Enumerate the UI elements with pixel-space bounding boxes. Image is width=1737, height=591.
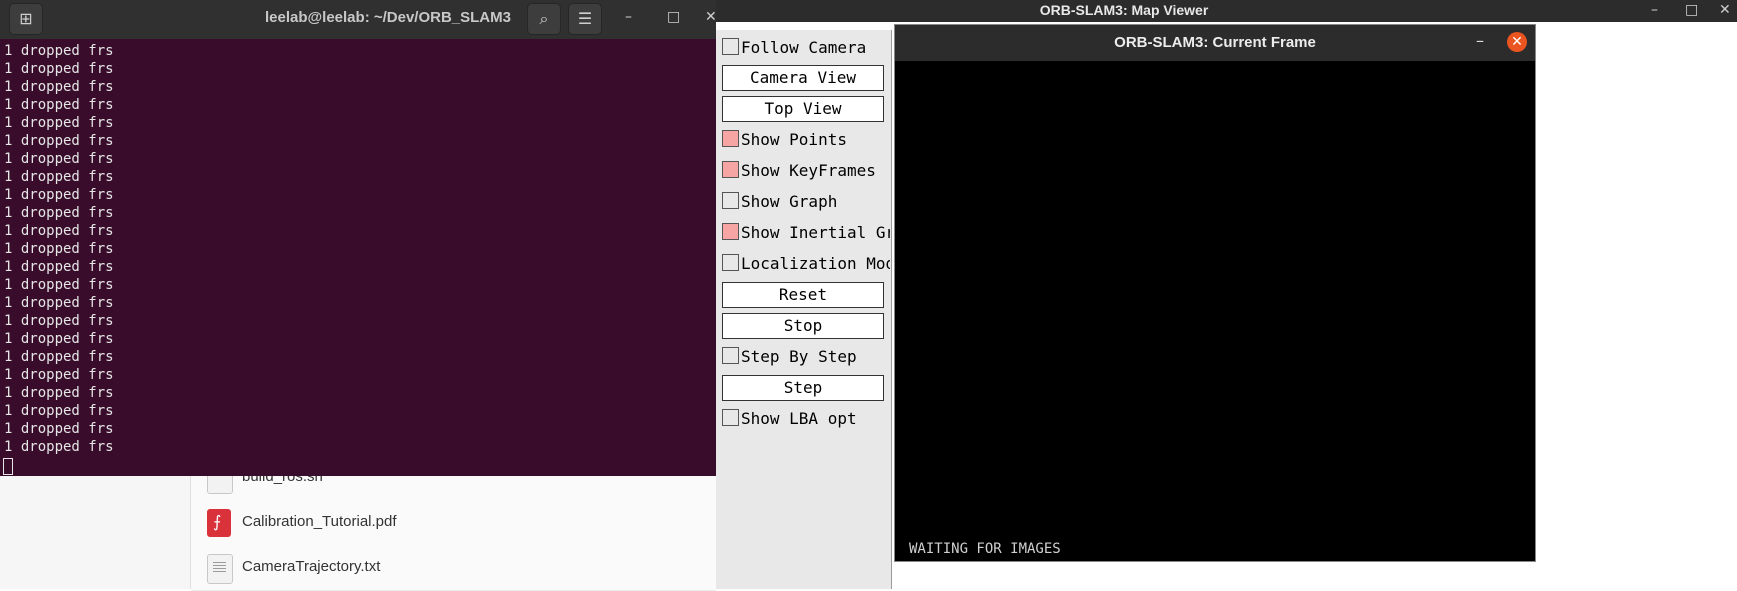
terminal-line: 1 dropped frs — [4, 313, 114, 329]
terminal-line: 1 dropped frs — [4, 61, 114, 77]
close-icon[interactable]: ✕ — [1719, 2, 1731, 18]
checkbox-label: Show LBA opt — [741, 409, 857, 428]
localization-mode-checkbox[interactable]: Localization Mode — [722, 251, 890, 277]
hamburger-menu-icon: ☰ — [577, 9, 593, 28]
frame-status-text: WAITING FOR IMAGES — [909, 541, 1061, 557]
terminal-line: 1 dropped frs — [4, 133, 114, 149]
minimize-icon[interactable]: – — [1476, 31, 1484, 50]
terminal-line: 1 dropped frs — [4, 151, 114, 167]
search-icon: ⌕ — [539, 9, 549, 28]
checkbox-label: Follow Camera — [741, 38, 867, 57]
checkbox-box — [722, 130, 739, 147]
maximize-icon[interactable]: □ — [1685, 2, 1698, 18]
terminal-line: 1 dropped frs — [4, 331, 114, 347]
file-row-calibration-pdf[interactable]: Calibration_Tutorial.pdf — [191, 500, 716, 546]
minimize-icon[interactable]: – — [625, 9, 632, 25]
terminal-line: 1 dropped frs — [4, 79, 114, 95]
file-manager-window: build_ros.sh Calibration_Tutorial.pdf Ca… — [0, 455, 716, 591]
terminal-line: 1 dropped frs — [4, 187, 114, 203]
step-by-step-checkbox[interactable]: Step By Step — [722, 344, 890, 370]
text-file-icon — [207, 554, 233, 584]
search-button[interactable]: ⌕ — [527, 3, 561, 35]
map-viewer-titlebar: ORB-SLAM3: Map Viewer – □ ✕ — [716, 0, 1737, 22]
checkbox-label: Show Graph — [741, 192, 838, 211]
current-frame-titlebar: ORB-SLAM3: Current Frame – ✕ — [895, 25, 1535, 61]
close-icon[interactable]: ✕ — [1507, 32, 1527, 52]
checkbox-box — [722, 192, 739, 209]
terminal-line: 1 dropped frs — [4, 223, 114, 239]
menu-button[interactable]: ☰ — [568, 3, 602, 35]
terminal-line: 1 dropped frs — [4, 169, 114, 185]
terminal-line: 1 dropped frs — [4, 97, 114, 113]
terminal-title: leelab@leelab: ~/Dev/ORB_SLAM3 — [265, 9, 511, 26]
terminal-line: 1 dropped frs — [4, 349, 114, 365]
maximize-icon[interactable]: □ — [667, 9, 680, 25]
terminal-line: 1 dropped frs — [4, 115, 114, 131]
show-keyframes-checkbox[interactable]: Show KeyFrames — [722, 158, 890, 184]
follow-camera-checkbox[interactable]: Follow Camera — [722, 35, 890, 61]
checkbox-box — [722, 347, 739, 364]
file-row-camera-trajectory[interactable]: CameraTrajectory.txt — [191, 545, 716, 591]
terminal-cursor — [3, 458, 13, 475]
terminal-line: 1 dropped frs — [4, 205, 114, 221]
checkbox-label: Localization Mode — [741, 254, 890, 273]
reset-button[interactable]: Reset — [722, 282, 884, 308]
current-frame-window: ORB-SLAM3: Current Frame – ✕ WAITING FOR… — [894, 24, 1536, 562]
terminal-line: 1 dropped frs — [4, 439, 114, 455]
terminal-window: ⊞ leelab@leelab: ~/Dev/ORB_SLAM3 ⌕ ☰ – □… — [0, 0, 717, 476]
checkbox-label: Show Inertial Graph — [741, 223, 890, 242]
camera-view-button[interactable]: Camera View — [722, 65, 884, 91]
terminal-line: 1 dropped frs — [4, 403, 114, 419]
pdf-file-icon — [207, 509, 231, 537]
minimize-icon[interactable]: – — [1651, 2, 1658, 18]
checkbox-box — [722, 254, 739, 271]
file-manager-sidebar — [0, 476, 191, 589]
show-points-checkbox[interactable]: Show Points — [722, 127, 890, 153]
checkbox-box — [722, 223, 739, 240]
show-graph-checkbox[interactable]: Show Graph — [722, 189, 890, 215]
checkbox-label: Step By Step — [741, 347, 857, 366]
terminal-output[interactable]: 1 dropped frs 1 dropped frs 1 dropped frs 1… — [0, 42, 716, 476]
file-name: CameraTrajectory.txt — [242, 558, 381, 575]
terminal-line: 1 dropped frs — [4, 277, 114, 293]
file-name: Calibration_Tutorial.pdf — [242, 513, 397, 530]
current-frame-title: ORB-SLAM3: Current Frame — [1114, 34, 1316, 51]
terminal-line: 1 dropped frs — [4, 295, 114, 311]
checkbox-label: Show KeyFrames — [741, 161, 876, 180]
viewer-control-panel: Follow Camera Camera View Top View Show … — [716, 30, 892, 589]
terminal-line: 1 dropped frs — [4, 421, 114, 437]
terminal-line: 1 dropped frs — [4, 43, 114, 59]
show-lba-opt-checkbox[interactable]: Show LBA opt — [722, 406, 890, 432]
show-inertial-graph-checkbox[interactable]: Show Inertial Graph — [722, 220, 890, 246]
map-viewer-title: ORB-SLAM3: Map Viewer — [1039, 2, 1209, 18]
terminal-titlebar: ⊞ leelab@leelab: ~/Dev/ORB_SLAM3 ⌕ ☰ – □… — [0, 0, 717, 39]
close-icon[interactable]: ✕ — [705, 9, 717, 25]
checkbox-box — [722, 161, 739, 178]
top-view-button[interactable]: Top View — [722, 96, 884, 122]
checkbox-label: Show Points — [741, 130, 847, 149]
terminal-line: 1 dropped frs — [4, 241, 114, 257]
step-button[interactable]: Step — [722, 375, 884, 401]
checkbox-box — [722, 38, 739, 55]
terminal-line: 1 dropped frs — [4, 259, 114, 275]
terminal-line: 1 dropped frs — [4, 385, 114, 401]
checkbox-box — [722, 409, 739, 426]
terminal-line: 1 dropped frs — [4, 367, 114, 383]
stop-button[interactable]: Stop — [722, 313, 884, 339]
